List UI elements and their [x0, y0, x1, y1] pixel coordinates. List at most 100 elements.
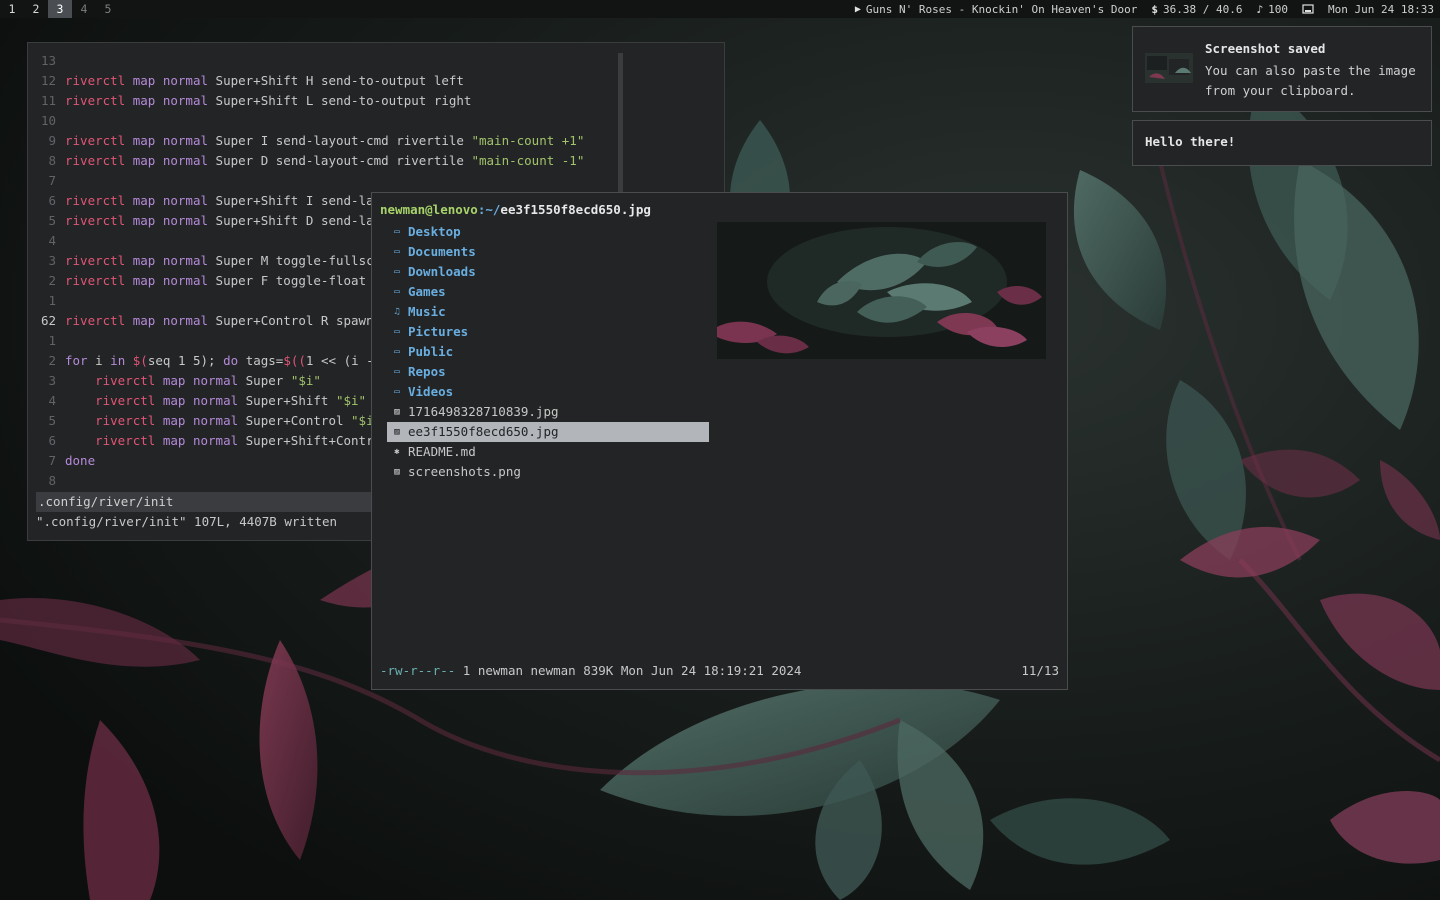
- fm-file-details: 1 newman newman 839K Mon Jun 24 18:19:21…: [462, 663, 802, 678]
- code-line[interactable]: 7: [28, 171, 65, 191]
- directory-entry[interactable]: ▭ Desktop: [387, 222, 709, 242]
- line-text: for i in $(seq 1 5); do tags=$((1 << (i …: [65, 353, 396, 368]
- line-number: 3: [48, 253, 56, 268]
- balance-text: 36.38 / 40.6: [1163, 2, 1243, 16]
- folder-icon: ▭: [394, 287, 400, 297]
- code-line[interactable]: 8 riverctl map normal Super D send-layout…: [28, 151, 584, 171]
- code-line[interactable]: 6 riverctl map normal Super+Shift I send-…: [28, 191, 396, 211]
- directory-entry[interactable]: ▭ Pictures: [387, 322, 709, 342]
- now-playing-text: Guns N' Roses - Knockin' On Heaven's Doo…: [865, 2, 1138, 16]
- tag-4[interactable]: 4: [72, 0, 96, 18]
- entry-name: screenshots.png: [408, 464, 521, 479]
- code-line[interactable]: 3 riverctl map normal Super M toggle-full…: [28, 251, 396, 271]
- screenshot-thumbnail: [1145, 53, 1193, 83]
- entry-name: Public: [408, 344, 454, 359]
- line-number: 2: [48, 273, 56, 288]
- line-text: riverctl map normal Super F toggle-float: [65, 273, 367, 288]
- editor-scrollbar[interactable]: [618, 53, 623, 193]
- file-entry[interactable]: ▨ ee3f1550f8ecd650.jpg: [387, 422, 709, 442]
- folder-icon: ▭: [394, 387, 400, 397]
- folder-icon: ▭: [394, 227, 400, 237]
- line-number: 6: [48, 193, 56, 208]
- tag-2[interactable]: 2: [24, 0, 48, 18]
- line-number: 62: [40, 313, 56, 328]
- directory-entry[interactable]: ♫ Music: [387, 302, 709, 322]
- line-number: 12: [40, 73, 56, 88]
- line-number: 8: [48, 473, 56, 488]
- notification-title: Hello there!: [1145, 134, 1236, 149]
- code-line[interactable]: 2 for i in $(seq 1 5); do tags=$((1 << (i…: [28, 351, 396, 371]
- entry-name: ee3f1550f8ecd650.jpg: [408, 424, 559, 439]
- line-text: riverctl map normal Super+Shift D send-l…: [65, 213, 397, 228]
- tag-3[interactable]: 3: [48, 0, 72, 18]
- code-line[interactable]: 1: [28, 291, 65, 311]
- directory-entry[interactable]: ▭ Documents: [387, 242, 709, 262]
- code-line[interactable]: 4: [28, 231, 65, 251]
- directory-entry[interactable]: ▭ Videos: [387, 382, 709, 402]
- code-line[interactable]: 10: [28, 111, 65, 131]
- volume[interactable]: ♪ 100: [1257, 3, 1289, 16]
- code-line[interactable]: 11 riverctl map normal Super+Shift L send…: [28, 91, 472, 111]
- code-line[interactable]: 13: [28, 51, 65, 71]
- line-number: 1: [48, 293, 56, 308]
- line-number: 2: [48, 353, 56, 368]
- line-number: 5: [48, 213, 56, 228]
- folder-icon: ▭: [394, 347, 400, 357]
- code-line[interactable]: 3 riverctl map normal Super "$i": [28, 371, 321, 391]
- tag-1[interactable]: 1: [0, 0, 24, 18]
- entry-name: Documents: [408, 244, 476, 259]
- notification-screenshot[interactable]: Screenshot saved You can also paste the …: [1132, 26, 1432, 112]
- line-number: 13: [40, 53, 56, 68]
- code-line[interactable]: 1: [28, 331, 65, 351]
- code-line[interactable]: 8: [28, 471, 65, 491]
- folder-icon: ▭: [394, 367, 400, 377]
- entry-name: Videos: [408, 384, 454, 399]
- fm-file-info: -rw-r--r-- 1 newman newman 839K Mon Jun …: [380, 663, 801, 678]
- line-text: riverctl map normal Super D send-layout-…: [65, 153, 585, 168]
- editor-filename: .config/river/init: [38, 494, 174, 509]
- status-bar: 1 2 3 4 5 ▶ Guns N' Roses - Knockin' On …: [0, 0, 1440, 18]
- line-number: 11: [40, 93, 56, 108]
- fm-permissions: -rw-r--r--: [380, 663, 456, 678]
- file-entry[interactable]: ▨ 1716498328710839.jpg: [387, 402, 709, 422]
- image-icon: ▨: [394, 407, 400, 417]
- line-text: riverctl map normal Super+Shift "$i": [95, 393, 367, 408]
- tag-5[interactable]: 5: [96, 0, 120, 18]
- directory-entry[interactable]: ▭ Repos: [387, 362, 709, 382]
- status-modules: ▶ Guns N' Roses - Knockin' On Heaven's D…: [855, 3, 1440, 16]
- file-entry[interactable]: ▨ screenshots.png: [387, 462, 709, 482]
- entry-name: README.md: [408, 444, 476, 459]
- code-line[interactable]: 5 riverctl map normal Super+Control "$i": [28, 411, 381, 431]
- image-icon: ▨: [394, 427, 400, 437]
- directory-entry[interactable]: ▭ Public: [387, 342, 709, 362]
- code-line-current[interactable]: 62 riverctl map normal Super+Control R sp…: [28, 311, 396, 331]
- directory-entry[interactable]: ▭ Games: [387, 282, 709, 302]
- directory-entry[interactable]: ▭ Downloads: [387, 262, 709, 282]
- fm-position: 11/13: [1021, 663, 1059, 678]
- file-manager-window[interactable]: newman@lenovo:~/ee3f1550f8ecd650.jpg ▭ De…: [371, 192, 1068, 690]
- line-text: riverctl map normal Super "$i": [95, 373, 321, 388]
- line-text: riverctl map normal Super+Shift L send-t…: [65, 93, 472, 108]
- code-line[interactable]: 6 riverctl map normal Super+Shift+Contro…: [28, 431, 388, 451]
- notification-hello[interactable]: Hello there!: [1132, 120, 1432, 166]
- code-line[interactable]: 2 riverctl map normal Super F toggle-floa…: [28, 271, 366, 291]
- line-text: riverctl map normal Super+Control R spaw…: [65, 313, 396, 328]
- editor-message: ".config/river/init" 107L, 4407B written: [36, 514, 338, 529]
- image-preview: [717, 222, 1046, 359]
- code-line[interactable]: 7 done: [28, 451, 95, 471]
- code-line[interactable]: 5 riverctl map normal Super+Shift D send-…: [28, 211, 396, 231]
- line-text: done: [65, 453, 96, 468]
- line-number: 8: [48, 153, 56, 168]
- fm-path: :~/: [477, 202, 501, 217]
- line-number: 7: [48, 453, 56, 468]
- line-number: 6: [48, 433, 56, 448]
- image-icon: ▨: [394, 467, 400, 477]
- now-playing[interactable]: ▶ Guns N' Roses - Knockin' On Heaven's D…: [855, 3, 1138, 16]
- markdown-icon: ✱: [394, 447, 400, 457]
- code-line[interactable]: 4 riverctl map normal Super+Shift "$i": [28, 391, 366, 411]
- battery: [1302, 4, 1314, 14]
- folder-icon: ▭: [394, 267, 400, 277]
- file-entry[interactable]: ✱ README.md: [387, 442, 709, 462]
- code-line[interactable]: 9 riverctl map normal Super I send-layout…: [28, 131, 584, 151]
- code-line[interactable]: 12 riverctl map normal Super+Shift H send…: [28, 71, 464, 91]
